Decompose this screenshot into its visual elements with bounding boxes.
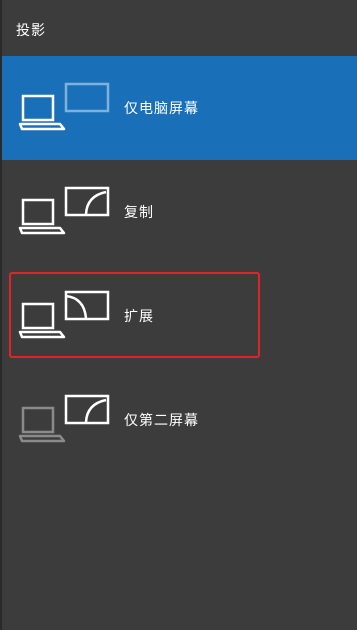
panel-title: 投影 [16,23,46,39]
option-second-screen-only[interactable]: 仅第二屏幕 [2,368,357,472]
extend-icon [16,286,112,346]
option-label: 仅第二屏幕 [124,413,199,429]
project-panel: 投影 仅电脑屏幕 复制 扩展 仅第二屏幕 [0,0,357,630]
pc-screen-only-icon [16,78,112,138]
option-label: 仅电脑屏幕 [124,101,199,117]
option-duplicate[interactable]: 复制 [2,160,357,264]
second-screen-only-icon [16,390,112,450]
duplicate-icon [16,182,112,242]
option-pc-screen-only[interactable]: 仅电脑屏幕 [2,56,357,160]
option-label: 扩展 [124,309,154,325]
option-extend[interactable]: 扩展 [2,264,357,368]
option-label: 复制 [124,205,154,221]
